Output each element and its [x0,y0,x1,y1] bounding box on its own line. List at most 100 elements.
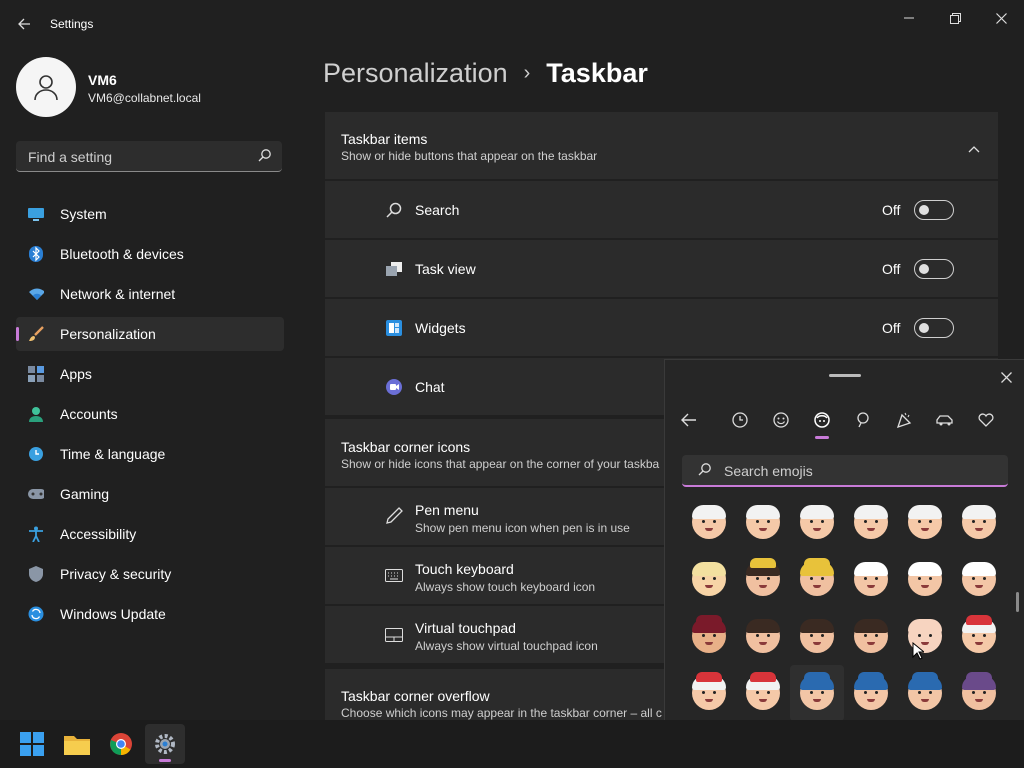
setting-label: Widgets [415,320,466,336]
section-subtitle: Show or hide buttons that appear on the … [341,149,598,163]
smiley-icon[interactable] [769,408,793,432]
emoji-man-turban[interactable] [952,551,1006,607]
search-icon[interactable] [258,148,272,165]
emoji-police-officer[interactable] [790,665,844,721]
emoji-face [800,619,834,653]
sidebar-item-label: Accounts [60,406,118,422]
emoji-person-turban[interactable] [844,551,898,607]
sidebar-item-system[interactable]: System [16,197,284,231]
emoji-face [962,672,996,710]
mouse-cursor-icon [912,641,926,663]
close-icon[interactable] [997,368,1015,386]
widgets-toggle[interactable] [914,318,954,338]
pen-icon [385,507,403,525]
setting-label: Touch keyboard [415,561,514,577]
transport-icon[interactable] [933,408,957,432]
scrollbar[interactable] [1016,592,1019,612]
taskbar-items-header[interactable]: Taskbar items Show or hide buttons that … [325,112,998,179]
places-icon[interactable] [851,408,875,432]
controller-icon [28,486,44,502]
emoji-prince[interactable] [790,551,844,607]
brush-icon [28,326,44,342]
sidebar-item-gaming[interactable]: Gaming [16,477,284,511]
chevron-up-icon[interactable] [968,140,980,156]
back-arrow-icon[interactable] [677,408,701,432]
chrome-icon[interactable] [101,724,141,764]
emoji-police-man[interactable] [844,665,898,721]
emoji-bearded-person[interactable] [736,608,790,664]
sidebar-item-bluetooth[interactable]: Bluetooth & devices [16,237,284,271]
emoji-old-man[interactable] [790,494,844,550]
sidebar-item-apps[interactable]: Apps [16,357,284,391]
sidebar-item-personalization[interactable]: Personalization [16,317,284,351]
restore-button[interactable] [940,8,970,28]
sidebar-item-accounts[interactable]: Accounts [16,397,284,431]
sidebar-item-time-language[interactable]: Time & language [16,437,284,471]
emoji-detective[interactable] [952,665,1006,721]
emoji-older-person[interactable] [682,494,736,550]
breadcrumb-parent[interactable]: Personalization [323,58,508,89]
emoji-bearded-man[interactable] [790,608,844,664]
settings-icon[interactable] [145,724,185,764]
sidebar-item-windows-update[interactable]: Windows Update [16,597,284,631]
sidebar-item-label: System [60,206,107,222]
emoji-face [854,562,888,596]
recent-icon[interactable] [728,408,752,432]
emoji-old-man[interactable] [952,494,1006,550]
emoji-princess[interactable] [736,551,790,607]
emoji-police-woman[interactable] [898,665,952,721]
emoji-bearded-woman[interactable] [844,608,898,664]
emoji-face [854,505,888,539]
window-title: Settings [50,17,94,31]
emoji-mx-claus[interactable] [736,665,790,721]
emoji-older-person[interactable] [844,494,898,550]
heart-icon[interactable] [974,408,998,432]
setting-label: Virtual touchpad [415,620,516,636]
start-icon[interactable] [12,724,52,764]
monitor-icon [28,206,44,222]
emoji-angel-baby[interactable] [898,608,952,664]
emoji-person-cap[interactable] [682,608,736,664]
drag-handle[interactable] [829,374,861,377]
task-view-toggle[interactable] [914,259,954,279]
emoji-face [854,672,888,710]
breadcrumb-separator: › [523,62,531,84]
active-app-indicator [159,759,171,762]
section-subtitle: Choose which icons may appear in the tas… [341,706,662,720]
search-toggle[interactable] [914,200,954,220]
accessibility-icon [28,526,44,542]
sidebar-item-accessibility[interactable]: Accessibility [16,517,284,551]
emoji-face [746,672,780,710]
emoji-old-woman[interactable] [736,494,790,550]
file-explorer-icon[interactable] [57,724,97,764]
emoji-person[interactable] [682,551,736,607]
clock-globe-icon [28,446,44,462]
emoji-search [682,455,1008,487]
setting-row-task-view: Task view Off [325,240,998,297]
sidebar-item-privacy[interactable]: Privacy & security [16,557,284,591]
active-indicator [16,327,19,341]
emoji-mrs-claus[interactable] [952,608,1006,664]
active-category-indicator [815,436,829,439]
people-icon[interactable] [810,408,834,432]
emoji-woman-turban[interactable] [898,551,952,607]
search-input[interactable] [26,141,250,173]
emoji-search-input[interactable] [722,455,996,487]
back-arrow-icon[interactable] [12,12,36,36]
celebration-icon[interactable] [892,408,916,432]
section-title: Taskbar corner overflow [341,688,490,704]
chat-icon [385,378,403,396]
emoji-santa-claus[interactable] [682,665,736,721]
emoji-face [908,672,942,710]
widgets-icon [385,319,403,337]
emoji-panel [664,359,1024,768]
sidebar-item-network[interactable]: Network & internet [16,277,284,311]
close-button[interactable] [986,8,1016,28]
section-subtitle: Show or hide icons that appear on the co… [341,457,660,471]
search-icon [385,201,403,219]
avatar[interactable] [16,57,76,117]
minimize-button[interactable] [894,8,924,28]
emoji-old-woman[interactable] [898,494,952,550]
setting-description: Always show touch keyboard icon [415,580,596,594]
sidebar-item-label: Time & language [60,446,166,462]
